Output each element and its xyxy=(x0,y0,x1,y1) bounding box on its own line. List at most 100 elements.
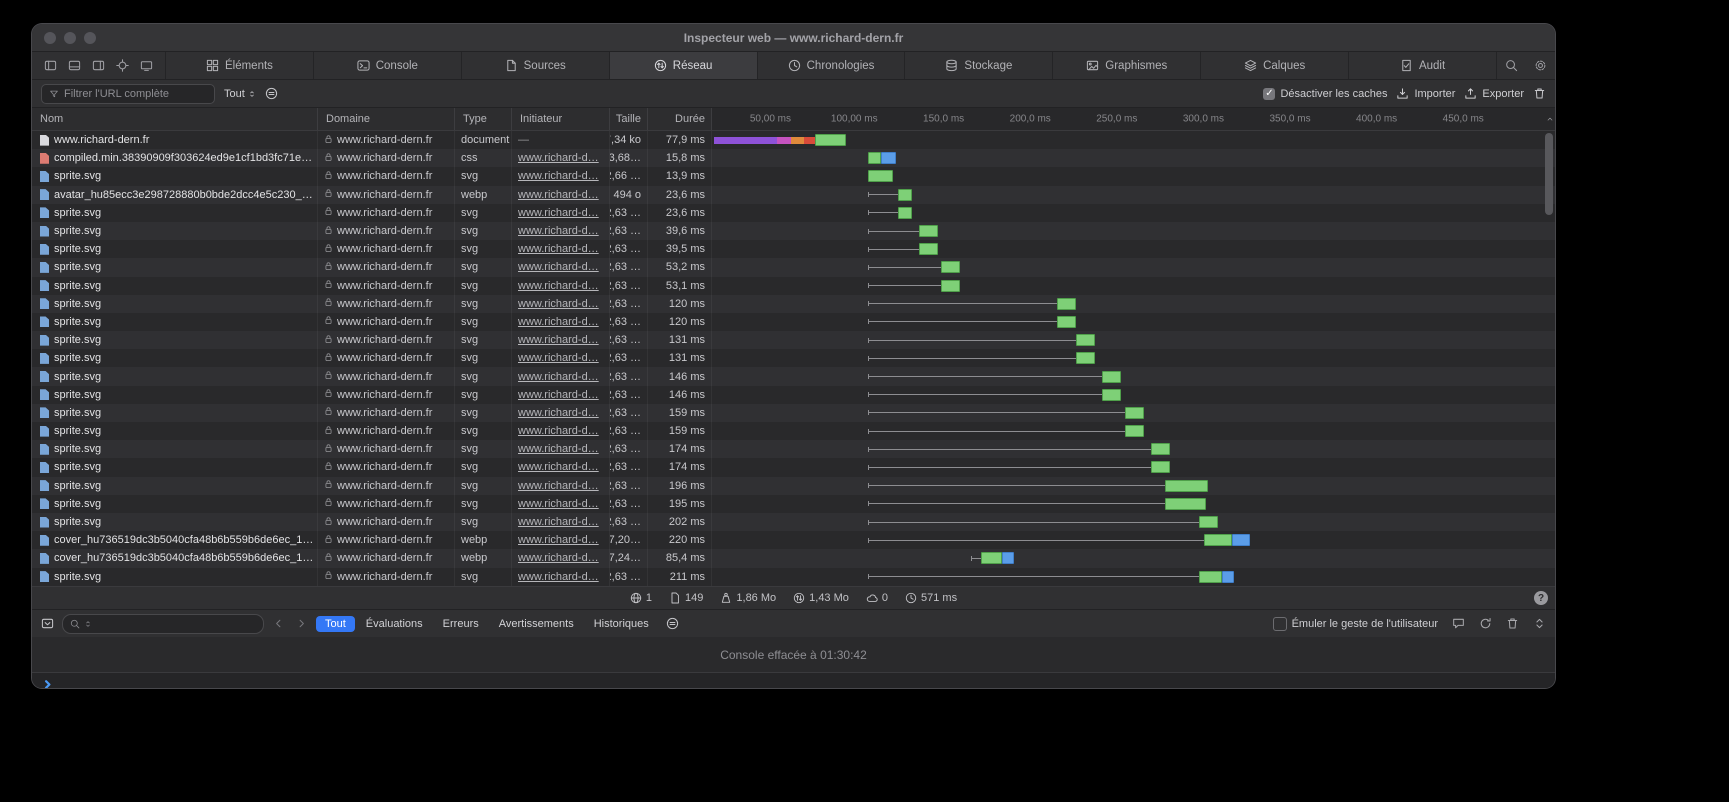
expand-console-icon[interactable] xyxy=(1533,617,1546,630)
table-row[interactable]: sprite.svg www.richard-dern.fr svg www.r… xyxy=(32,477,1555,495)
close-window-button[interactable] xyxy=(44,32,56,44)
resource-initiator[interactable]: www.richard-d… xyxy=(518,425,599,437)
console-options-icon[interactable] xyxy=(666,617,679,630)
column-header-taille[interactable]: Taille xyxy=(610,108,648,130)
tab-audit[interactable]: Audit xyxy=(1348,52,1496,79)
dock-right-icon[interactable] xyxy=(92,59,105,72)
resource-initiator[interactable]: www.richard-d… xyxy=(518,371,599,383)
table-row[interactable]: sprite.svg www.richard-dern.fr svg www.r… xyxy=(32,240,1555,258)
console-tab-évaluations[interactable]: Évaluations xyxy=(357,616,432,632)
resource-initiator[interactable]: www.richard-d… xyxy=(518,152,599,164)
table-row[interactable]: sprite.svg www.richard-dern.fr svg www.r… xyxy=(32,295,1555,313)
url-filter-input[interactable]: Filtrer l'URL complète xyxy=(41,84,215,104)
disable-caches-checkbox[interactable]: ✓ Désactiver les caches xyxy=(1263,88,1387,100)
table-row[interactable]: sprite.svg www.richard-dern.fr svg www.r… xyxy=(32,277,1555,295)
column-header-domaine[interactable]: Domaine xyxy=(318,108,455,130)
scroll-up-icon[interactable] xyxy=(1546,115,1554,123)
resource-type-select[interactable]: Tout xyxy=(224,88,256,100)
resource-initiator[interactable]: www.richard-d… xyxy=(518,170,599,182)
table-row[interactable]: cover_hu736519dc3b5040cfa48b6b559b6de6ec… xyxy=(32,531,1555,549)
console-tab-tout[interactable]: Tout xyxy=(316,616,355,632)
filter-options-icon[interactable] xyxy=(265,87,278,100)
column-header-type[interactable]: Type xyxy=(455,108,512,130)
console-prompt[interactable] xyxy=(32,673,1555,688)
column-header-duree[interactable]: Durée xyxy=(648,108,712,130)
resource-initiator[interactable]: www.richard-d… xyxy=(518,261,599,273)
device-settings-icon[interactable] xyxy=(140,59,153,72)
tab-storage[interactable]: Stockage xyxy=(904,52,1052,79)
resource-initiator[interactable]: www.richard-d… xyxy=(518,316,599,328)
table-row[interactable]: sprite.svg www.richard-dern.fr svg www.r… xyxy=(32,349,1555,367)
console-tab-historiques[interactable]: Historiques xyxy=(585,616,658,632)
scrollbar-thumb[interactable] xyxy=(1545,133,1553,215)
table-row[interactable]: sprite.svg www.richard-dern.fr svg www.r… xyxy=(32,404,1555,422)
resource-initiator[interactable]: www.richard-d… xyxy=(518,443,599,455)
resource-initiator[interactable]: www.richard-d… xyxy=(518,552,599,564)
table-row[interactable]: compiled.min.38390909f303624ed9e1cf1bd3f… xyxy=(32,149,1555,167)
export-button[interactable]: Exporter xyxy=(1464,87,1524,100)
resource-initiator[interactable]: www.richard-d… xyxy=(518,334,599,346)
previous-result-icon[interactable] xyxy=(272,617,285,630)
table-row[interactable]: sprite.svg www.richard-dern.fr svg www.r… xyxy=(32,204,1555,222)
clear-console-icon[interactable] xyxy=(1479,617,1492,630)
resource-initiator[interactable]: www.richard-d… xyxy=(518,571,599,583)
resource-initiator[interactable]: www.richard-d… xyxy=(518,534,599,546)
resource-initiator[interactable]: www.richard-d… xyxy=(518,407,599,419)
table-row[interactable]: sprite.svg www.richard-dern.fr svg www.r… xyxy=(32,331,1555,349)
table-row[interactable]: sprite.svg www.richard-dern.fr svg www.r… xyxy=(32,367,1555,385)
table-row[interactable]: www.richard-dern.fr www.richard-dern.fr … xyxy=(32,131,1555,149)
table-row[interactable]: sprite.svg www.richard-dern.fr svg www.r… xyxy=(32,222,1555,240)
emulate-user-gesture-checkbox[interactable]: Émuler le geste de l'utilisateur xyxy=(1273,617,1438,631)
tab-elements[interactable]: Éléments xyxy=(165,52,313,79)
console-tab-erreurs[interactable]: Erreurs xyxy=(434,616,488,632)
tab-network[interactable]: Réseau xyxy=(609,52,757,79)
console-tab-avertissements[interactable]: Avertissements xyxy=(490,616,583,632)
tab-timelines[interactable]: Chronologies xyxy=(757,52,905,79)
table-row[interactable]: sprite.svg www.richard-dern.fr svg www.r… xyxy=(32,495,1555,513)
resource-initiator[interactable]: www.richard-d… xyxy=(518,189,599,201)
resource-initiator[interactable]: www.richard-d… xyxy=(518,498,599,510)
table-row[interactable]: sprite.svg www.richard-dern.fr svg www.r… xyxy=(32,458,1555,476)
table-row[interactable]: sprite.svg www.richard-dern.fr svg www.r… xyxy=(32,422,1555,440)
trash-icon[interactable] xyxy=(1506,617,1519,630)
element-picker-icon[interactable] xyxy=(116,59,129,72)
table-row[interactable]: sprite.svg www.richard-dern.fr svg www.r… xyxy=(32,440,1555,458)
import-button[interactable]: Importer xyxy=(1396,87,1455,100)
search-icon[interactable] xyxy=(1497,59,1526,72)
dock-bottom-icon[interactable] xyxy=(68,59,81,72)
dock-left-icon[interactable] xyxy=(44,59,57,72)
minimize-window-button[interactable] xyxy=(64,32,76,44)
table-row[interactable]: sprite.svg www.richard-dern.fr svg www.r… xyxy=(32,568,1555,586)
zoom-window-button[interactable] xyxy=(84,32,96,44)
table-row[interactable]: sprite.svg www.richard-dern.fr svg www.r… xyxy=(32,258,1555,276)
clear-network-icon[interactable] xyxy=(1533,87,1546,100)
resource-initiator[interactable]: www.richard-d… xyxy=(518,480,599,492)
column-header-initiateur[interactable]: Initiateur xyxy=(512,108,610,130)
resource-initiator[interactable]: www.richard-d… xyxy=(518,225,599,237)
resource-initiator[interactable]: www.richard-d… xyxy=(518,298,599,310)
resource-initiator[interactable]: www.richard-d… xyxy=(518,389,599,401)
help-button[interactable]: ? xyxy=(1534,591,1548,605)
tab-console[interactable]: Console xyxy=(313,52,461,79)
vertical-scrollbar[interactable] xyxy=(1545,131,1553,586)
console-messages-icon[interactable] xyxy=(1452,617,1465,630)
tab-layers[interactable]: Calques xyxy=(1200,52,1348,79)
resource-initiator[interactable]: www.richard-d… xyxy=(518,207,599,219)
resource-initiator[interactable]: www.richard-d… xyxy=(518,352,599,364)
tab-graphics[interactable]: Graphismes xyxy=(1052,52,1200,79)
console-pane-icon[interactable] xyxy=(41,617,54,630)
table-row[interactable]: sprite.svg www.richard-dern.fr svg www.r… xyxy=(32,513,1555,531)
column-header-nom[interactable]: Nom xyxy=(32,108,318,130)
table-row[interactable]: avatar_hu85ecc3e298728880b0bde2dcc4e5c23… xyxy=(32,186,1555,204)
next-result-icon[interactable] xyxy=(295,617,308,630)
gear-icon[interactable] xyxy=(1526,59,1555,72)
table-row[interactable]: cover_hu736519dc3b5040cfa48b6b559b6de6ec… xyxy=(32,549,1555,567)
resource-initiator[interactable]: www.richard-d… xyxy=(518,461,599,473)
table-row[interactable]: sprite.svg www.richard-dern.fr svg www.r… xyxy=(32,167,1555,185)
table-row[interactable]: sprite.svg www.richard-dern.fr svg www.r… xyxy=(32,386,1555,404)
tab-sources[interactable]: Sources xyxy=(461,52,609,79)
resource-initiator[interactable]: www.richard-d… xyxy=(518,516,599,528)
console-search-input[interactable] xyxy=(62,614,264,634)
table-row[interactable]: sprite.svg www.richard-dern.fr svg www.r… xyxy=(32,313,1555,331)
resource-initiator[interactable]: www.richard-d… xyxy=(518,243,599,255)
